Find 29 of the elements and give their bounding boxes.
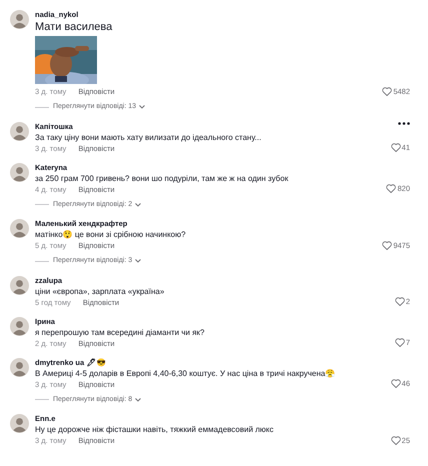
chevron-down-icon <box>135 259 142 264</box>
chevron-down-icon <box>139 105 146 110</box>
heart-icon[interactable] <box>390 436 401 445</box>
comment-text: я перепрошую там всередині діаманти чи як? <box>35 326 206 338</box>
heart-icon[interactable] <box>382 86 392 96</box>
heart-icon[interactable] <box>390 379 401 388</box>
comment-text: Ну це дорожче ніж фісташки навіть, тяжкий еммадевсовий люкс <box>35 424 275 435</box>
comment-text: ціни «європа», зарплата «україна» <box>35 286 166 296</box>
heart-icon[interactable] <box>394 297 405 306</box>
heart-icon[interactable] <box>382 240 392 250</box>
avatar[interactable] <box>10 122 29 140</box>
comment-text: за 250 грам 700 гривень? вони шо подуріли, там же ж на один зубок <box>35 172 290 184</box>
chevron-down-icon <box>135 398 142 402</box>
avatar[interactable] <box>10 276 29 294</box>
avatar[interactable] <box>10 162 29 182</box>
avatar[interactable] <box>10 358 29 376</box>
avatar[interactable] <box>10 316 29 336</box>
avatar[interactable] <box>10 414 29 433</box>
more-icon[interactable] <box>398 122 410 124</box>
heart-icon[interactable] <box>386 184 396 194</box>
comment-text: За таку ціну вони мають хату вилизати до ідеального стану... <box>35 132 262 142</box>
chevron-down-icon <box>135 202 142 207</box>
avatar[interactable] <box>10 219 29 238</box>
avatar[interactable] <box>10 10 29 29</box>
heart-icon[interactable] <box>394 338 405 348</box>
comment-text: Мати василева <box>35 20 114 34</box>
heart-icon[interactable] <box>390 143 401 152</box>
comment-text: В Америці 4-5 доларів в Европі 4,40-6,30 коштує. У нас ціна в тричі накручена😤 <box>35 368 336 378</box>
comment-text: матінко😲 це вони зі срібною начинкою? <box>35 229 187 240</box>
